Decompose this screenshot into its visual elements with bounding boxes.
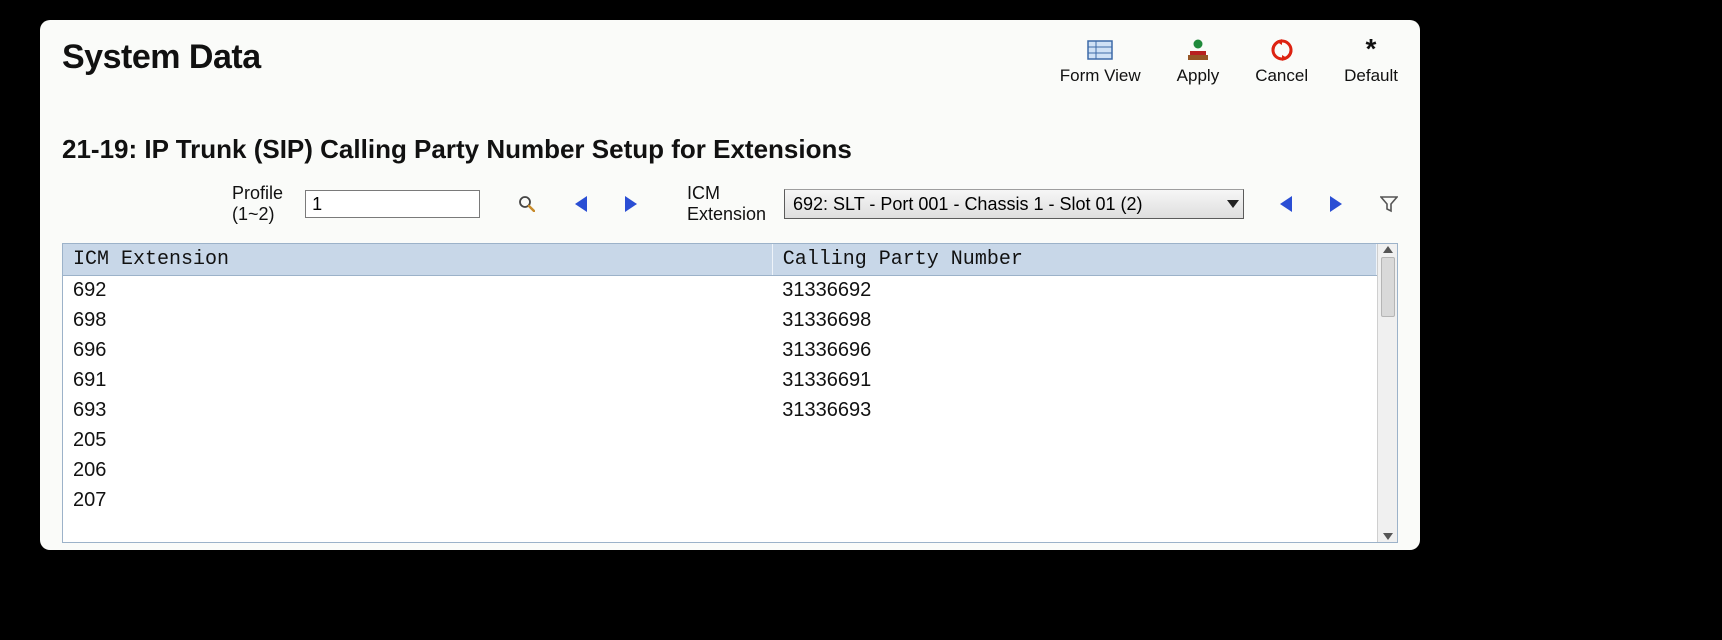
form-view-button[interactable]: Form View (1060, 38, 1141, 86)
main-panel: System Data Form View (40, 20, 1420, 550)
scroll-up-icon[interactable] (1383, 246, 1393, 253)
default-label: Default (1344, 66, 1398, 86)
cell-calling-party-number[interactable] (772, 456, 1376, 486)
cell-icm-extension[interactable]: 207 (63, 486, 772, 516)
apply-icon (1184, 38, 1212, 62)
icm-prev-button[interactable] (1280, 196, 1292, 212)
cell-calling-party-number[interactable]: 31336696 (772, 336, 1376, 366)
icm-next-button[interactable] (1330, 196, 1342, 212)
cell-calling-party-number[interactable]: 31336698 (772, 306, 1376, 336)
form-view-label: Form View (1060, 66, 1141, 86)
cell-calling-party-number[interactable]: 31336692 (772, 276, 1376, 306)
cell-calling-party-number[interactable]: 31336693 (772, 396, 1376, 426)
cancel-icon (1268, 38, 1296, 62)
scroll-down-icon[interactable] (1383, 533, 1393, 540)
search-icon[interactable] (519, 196, 535, 212)
scroll-track[interactable] (1381, 253, 1395, 533)
cell-calling-party-number[interactable] (772, 486, 1376, 516)
cancel-label: Cancel (1255, 66, 1308, 86)
default-icon: * (1357, 38, 1385, 62)
table-header-row: ICM Extension Calling Party Number (63, 244, 1377, 276)
cell-icm-extension[interactable]: 205 (63, 426, 772, 456)
apply-label: Apply (1177, 66, 1220, 86)
cell-icm-extension[interactable]: 691 (63, 366, 772, 396)
cancel-button[interactable]: Cancel (1255, 38, 1308, 86)
filter-row: Profile (1~2) ICM Extension 692: SLT - P… (62, 183, 1398, 225)
header-row: System Data Form View (62, 38, 1398, 86)
col-header-cpn[interactable]: Calling Party Number (772, 244, 1376, 276)
table-row[interactable]: 205 (63, 426, 1377, 456)
icm-extension-selected: 692: SLT - Port 001 - Chassis 1 - Slot 0… (793, 194, 1143, 215)
default-button[interactable]: * Default (1344, 38, 1398, 86)
profile-prev-button[interactable] (575, 196, 587, 212)
scroll-thumb[interactable] (1381, 257, 1395, 317)
table-row[interactable]: 206 (63, 456, 1377, 486)
cell-icm-extension[interactable]: 692 (63, 276, 772, 306)
toolbar: Form View Apply (1060, 38, 1398, 86)
profile-label: Profile (1~2) (232, 183, 287, 225)
profile-next-button[interactable] (625, 196, 637, 212)
page-title: System Data (62, 38, 261, 77)
table-row[interactable]: 69131336691 (63, 366, 1377, 396)
table-row[interactable]: 207 (63, 486, 1377, 516)
cell-icm-extension[interactable]: 698 (63, 306, 772, 336)
apply-button[interactable]: Apply (1177, 38, 1220, 86)
data-table: ICM Extension Calling Party Number 69231… (62, 243, 1398, 543)
svg-text:*: * (1366, 38, 1377, 62)
col-header-icm[interactable]: ICM Extension (63, 244, 772, 276)
form-view-icon (1086, 38, 1114, 62)
vertical-scrollbar[interactable] (1377, 244, 1397, 542)
cell-icm-extension[interactable]: 206 (63, 456, 772, 486)
icm-label: ICM Extension (687, 183, 766, 225)
cell-icm-extension[interactable]: 693 (63, 396, 772, 426)
filter-icon[interactable] (1380, 195, 1398, 213)
table-row[interactable]: 69631336696 (63, 336, 1377, 366)
profile-input[interactable] (305, 190, 480, 218)
chevron-down-icon (1227, 200, 1239, 208)
table-row[interactable]: 69831336698 (63, 306, 1377, 336)
cell-calling-party-number[interactable]: 31336691 (772, 366, 1376, 396)
table-row[interactable]: 69331336693 (63, 396, 1377, 426)
cell-calling-party-number[interactable] (772, 426, 1376, 456)
cell-icm-extension[interactable]: 696 (63, 336, 772, 366)
table-row[interactable]: 69231336692 (63, 276, 1377, 306)
icm-extension-dropdown[interactable]: 692: SLT - Port 001 - Chassis 1 - Slot 0… (784, 189, 1244, 219)
section-title: 21-19: IP Trunk (SIP) Calling Party Numb… (62, 134, 1398, 165)
